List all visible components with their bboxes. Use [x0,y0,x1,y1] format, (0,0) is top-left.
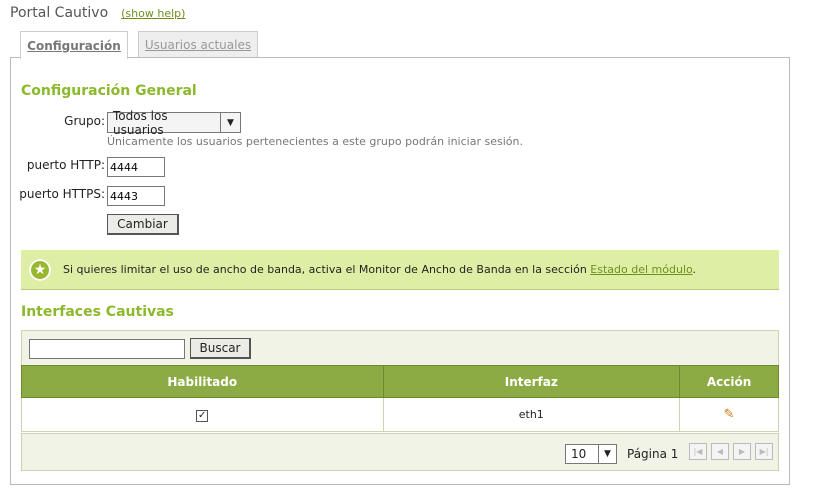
page-title: Portal Cautivo [10,5,109,21]
http-port-label: puerto HTTP: [26,158,105,172]
previous-page-icon[interactable]: ◀ [711,443,729,460]
interface-cell: eth1 [382,397,681,432]
star-icon: ★ [29,258,51,281]
http-port-input[interactable] [107,157,165,177]
tab-usuarios-actuales[interactable]: Usuarios actuales [138,31,258,58]
table-row: ✓ eth1 ✎ [21,397,779,432]
column-habilitado[interactable]: Habilitado [21,365,384,398]
enabled-checkbox[interactable]: ✓ [196,409,209,422]
next-page-icon[interactable]: ▶ [733,443,751,460]
table-footer: 10 ▼ Página 1 |◀ ◀ ▶ ▶| [21,433,779,471]
chevron-down-icon: ▼ [598,445,616,463]
search-input[interactable] [29,339,185,359]
tab-panel: Configuración General Grupo: Todos los u… [10,57,790,485]
group-label: Grupo: [64,114,105,128]
last-page-icon[interactable]: ▶| [755,443,773,460]
cambiar-button[interactable]: Cambiar [107,214,179,235]
page-size-value: 10 [571,447,587,461]
pencil-icon[interactable]: ✎ [724,407,735,422]
column-interfaz[interactable]: Interfaz [382,365,681,398]
note-text: Si quieres limitar el uso de ancho de ba… [63,263,697,276]
show-help-link[interactable]: (show help) [121,7,185,20]
table-toolbar: Buscar [21,330,779,366]
page-size-select[interactable]: 10 ▼ [565,444,617,464]
buscar-button[interactable]: Buscar [190,338,251,359]
enabled-cell: ✓ [21,397,384,432]
title-row: Portal Cautivo (show help) [10,5,185,21]
general-section-title: Configuración General [21,83,197,99]
estado-modulo-link[interactable]: Estado del módulo [590,263,692,276]
column-accion: Acción [679,365,779,398]
interfaces-section-title: Interfaces Cautivas [21,304,174,320]
group-select[interactable]: Todos los usuarios ▼ [107,109,241,137]
tab-configuracion[interactable]: Configuración [20,31,128,59]
https-port-label: puerto HTTPS: [19,187,105,201]
group-hint: Únicamente los usuarios pertenecientes a… [107,135,523,148]
group-select-value: Todos los usuarios [113,108,168,137]
action-cell: ✎ [679,397,779,432]
bandwidth-note: ★ Si quieres limitar el uso de ancho de … [21,250,779,290]
page-indicator: Página 1 [627,447,679,461]
table-header-row: Habilitado Interfaz Acción [21,365,779,398]
https-port-input[interactable] [107,186,165,206]
first-page-icon[interactable]: |◀ [689,443,707,460]
chevron-down-icon: ▼ [220,113,240,132]
interfaces-table: Habilitado Interfaz Acción ✓ eth1 ✎ [21,365,779,432]
